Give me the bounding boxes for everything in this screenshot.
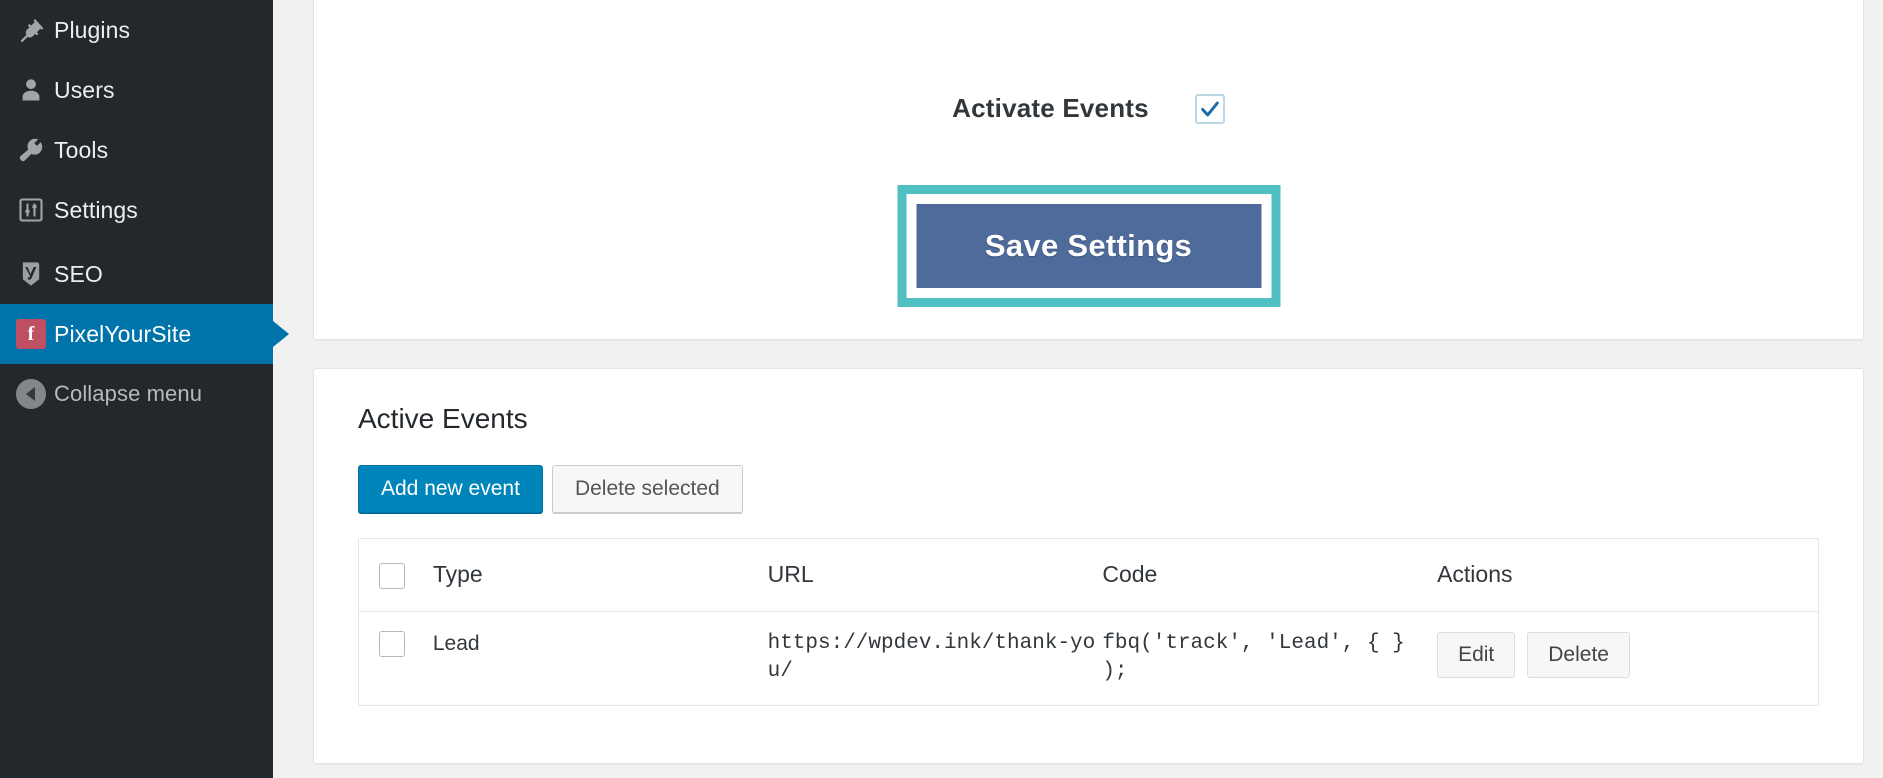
- edit-event-button[interactable]: Edit: [1437, 632, 1515, 678]
- admin-sidebar: Plugins Users Tools: [0, 0, 273, 778]
- active-events-title: Active Events: [358, 403, 528, 435]
- cell-url: https://wpdev.ink/thank-you/: [768, 611, 1103, 704]
- row-select-cell: [359, 611, 433, 704]
- collapse-menu-label: Collapse menu: [54, 381, 202, 407]
- collapse-menu-button[interactable]: Collapse menu: [0, 364, 273, 424]
- sidebar-item-settings[interactable]: Settings: [0, 180, 273, 240]
- select-all-checkbox[interactable]: [379, 563, 405, 589]
- delete-event-button[interactable]: Delete: [1527, 632, 1630, 678]
- table-header-row: Type URL Code Actions: [359, 539, 1818, 611]
- column-header-code: Code: [1102, 539, 1437, 611]
- sidebar-item-users[interactable]: Users: [0, 60, 273, 120]
- column-header-actions: Actions: [1437, 539, 1818, 611]
- sidebar-item-label: PixelYourSite: [54, 321, 191, 348]
- main-content: Activate Events Save Settings Active Eve…: [273, 0, 1883, 778]
- sidebar-item-seo[interactable]: SEO: [0, 244, 273, 304]
- events-table-body: Lead https://wpdev.ink/thank-you/ fbq('t…: [359, 611, 1818, 704]
- sidebar-item-plugins[interactable]: Plugins: [0, 0, 273, 60]
- collapse-arrow-icon: [8, 379, 54, 409]
- row-select-checkbox[interactable]: [379, 631, 405, 657]
- activate-events-checkbox[interactable]: [1195, 94, 1225, 124]
- sidebar-item-label: Tools: [54, 137, 108, 164]
- wordpress-admin-screen: Plugins Users Tools: [0, 0, 1883, 778]
- sidebar-item-label: Users: [54, 77, 115, 104]
- column-header-type: Type: [433, 539, 768, 611]
- sidebar-item-label: Plugins: [54, 17, 130, 44]
- events-table-head: Type URL Code Actions: [359, 539, 1818, 611]
- cell-type: Lead: [433, 611, 768, 704]
- wrench-icon: [8, 136, 54, 164]
- delete-selected-button[interactable]: Delete selected: [552, 465, 743, 513]
- plug-icon: [8, 16, 54, 44]
- settings-panel: Activate Events Save Settings: [313, 0, 1864, 340]
- active-events-panel: Active Events Add new event Delete selec…: [313, 368, 1864, 764]
- column-header-url: URL: [768, 539, 1103, 611]
- save-settings-button[interactable]: Save Settings: [916, 204, 1261, 288]
- sidebar-item-pixelyoursite[interactable]: f PixelYourSite: [0, 304, 273, 364]
- sidebar-item-label: Settings: [54, 197, 138, 224]
- events-action-buttons: Add new event Delete selected: [358, 465, 743, 513]
- sidebar-item-label: SEO: [54, 261, 103, 288]
- activate-events-row: Activate Events: [314, 93, 1863, 124]
- add-new-event-button[interactable]: Add new event: [358, 465, 543, 513]
- user-icon: [8, 76, 54, 104]
- table-row: Lead https://wpdev.ink/thank-you/ fbq('t…: [359, 611, 1818, 704]
- events-table-wrapper: Type URL Code Actions Lead https://: [358, 538, 1819, 706]
- cell-actions: Edit Delete: [1437, 611, 1818, 704]
- yoast-icon: [8, 260, 54, 288]
- facebook-icon: f: [8, 319, 54, 349]
- cell-code: fbq('track', 'Lead', { } );: [1102, 611, 1437, 704]
- save-settings-highlight: Save Settings: [897, 185, 1280, 307]
- sidebar-item-tools[interactable]: Tools: [0, 120, 273, 180]
- events-table: Type URL Code Actions Lead https://: [359, 539, 1818, 705]
- sliders-icon: [8, 196, 54, 224]
- select-all-header: [359, 539, 433, 611]
- activate-events-label: Activate Events: [952, 93, 1149, 124]
